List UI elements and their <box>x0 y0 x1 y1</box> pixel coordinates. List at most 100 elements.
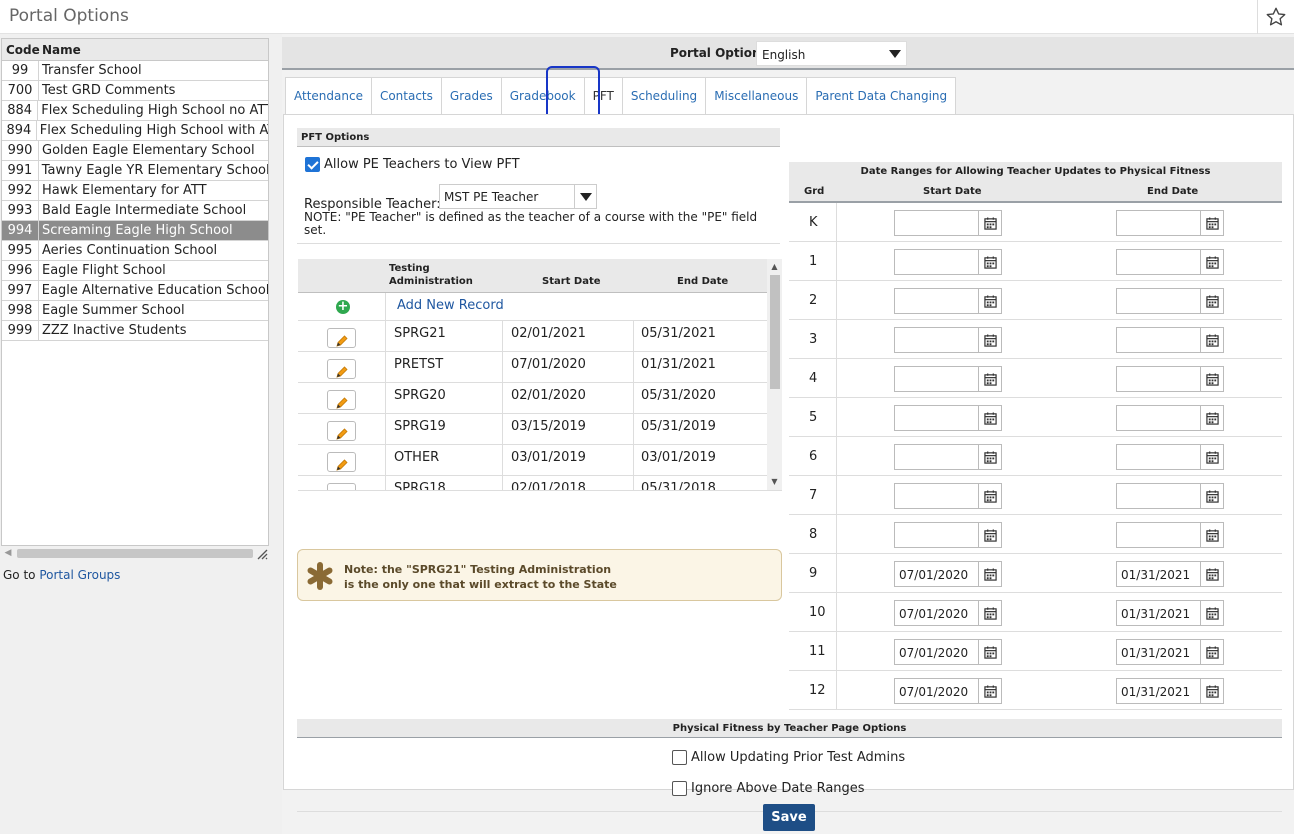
calendar-icon[interactable] <box>978 367 1001 391</box>
testing-grid-vscrollbar[interactable]: ▲ ▼ <box>767 259 782 490</box>
scroll-thumb[interactable] <box>770 275 780 389</box>
school-row[interactable]: 994 Screaming Eagle High School <box>2 221 268 241</box>
calendar-icon[interactable] <box>1200 289 1223 313</box>
ignore-ranges-checkbox[interactable] <box>672 781 687 796</box>
tab-miscellaneous[interactable]: Miscellaneous <box>705 77 807 115</box>
calendar-icon[interactable] <box>1200 601 1223 625</box>
end-date-input[interactable] <box>1116 405 1224 431</box>
end-date-input[interactable] <box>1116 366 1224 392</box>
school-list-hscrollbar[interactable]: ◀ <box>1 546 269 560</box>
calendar-icon[interactable] <box>978 406 1001 430</box>
tab-scheduling[interactable]: Scheduling <box>621 77 706 115</box>
school-row[interactable]: 998 Eagle Summer School <box>2 301 268 321</box>
start-date-input[interactable]: 07/01/2020 <box>894 561 1002 587</box>
school-code: 995 <box>2 241 39 260</box>
allow-pe-view-checkbox[interactable] <box>305 157 320 172</box>
school-row[interactable]: 997 Eagle Alternative Education School <box>2 281 268 301</box>
responsible-teacher-select[interactable]: MST PE Teacher <box>439 184 597 209</box>
edit-button[interactable] <box>327 390 356 410</box>
school-row[interactable]: 996 Eagle Flight School <box>2 261 268 281</box>
calendar-icon[interactable] <box>1200 406 1223 430</box>
end-date-input[interactable] <box>1116 210 1224 236</box>
calendar-icon[interactable] <box>978 562 1001 586</box>
end-date-cell: 03/01/2019 <box>641 450 716 465</box>
end-date-input[interactable]: 01/31/2021 <box>1116 639 1224 665</box>
end-date-input[interactable]: 01/31/2021 <box>1116 561 1224 587</box>
start-date-input[interactable] <box>894 249 1002 275</box>
school-row[interactable]: 995 Aeries Continuation School <box>2 241 268 261</box>
edit-button[interactable] <box>327 359 356 379</box>
end-date-input[interactable] <box>1116 444 1224 470</box>
calendar-icon[interactable] <box>978 211 1001 235</box>
edit-button[interactable] <box>327 452 356 472</box>
tab-contacts[interactable]: Contacts <box>370 77 441 115</box>
save-button[interactable]: Save <box>763 804 815 831</box>
school-row[interactable]: 991 Tawny Eagle YR Elementary School <box>2 161 268 181</box>
start-date-input[interactable]: 07/01/2020 <box>894 600 1002 626</box>
scroll-thumb[interactable] <box>17 549 253 558</box>
school-row[interactable]: 993 Bald Eagle Intermediate School <box>2 201 268 221</box>
language-select[interactable]: English <box>756 41 907 66</box>
calendar-icon[interactable] <box>978 601 1001 625</box>
add-new-record-link[interactable]: Add New Record <box>397 298 504 313</box>
end-date-input[interactable] <box>1116 522 1224 548</box>
start-date-input[interactable] <box>894 288 1002 314</box>
school-code: 990 <box>2 141 39 160</box>
tab-attendance[interactable]: Attendance <box>285 77 371 115</box>
calendar-icon[interactable] <box>978 250 1001 274</box>
calendar-icon[interactable] <box>1200 367 1223 391</box>
start-date-input[interactable] <box>894 444 1002 470</box>
calendar-icon[interactable] <box>1200 523 1223 547</box>
portal-groups-link[interactable]: Portal Groups <box>39 568 120 582</box>
calendar-icon[interactable] <box>1200 679 1223 703</box>
scroll-down-icon[interactable]: ▼ <box>767 477 782 486</box>
calendar-icon[interactable] <box>1200 445 1223 469</box>
calendar-icon[interactable] <box>1200 484 1223 508</box>
calendar-icon[interactable] <box>1200 562 1223 586</box>
calendar-icon[interactable] <box>978 640 1001 664</box>
calendar-icon[interactable] <box>978 445 1001 469</box>
end-date-input[interactable]: 01/31/2021 <box>1116 678 1224 704</box>
calendar-icon[interactable] <box>978 523 1001 547</box>
calendar-icon[interactable] <box>1200 211 1223 235</box>
calendar-icon[interactable] <box>978 289 1001 313</box>
calendar-icon[interactable] <box>1200 640 1223 664</box>
start-date-input[interactable]: 07/01/2020 <box>894 678 1002 704</box>
tab-grades[interactable]: Grades <box>440 77 501 115</box>
start-date-input[interactable] <box>894 405 1002 431</box>
end-date-input[interactable] <box>1116 483 1224 509</box>
allow-prior-checkbox[interactable] <box>672 750 687 765</box>
tab-parent-data-changing[interactable]: Parent Data Changing <box>806 77 957 115</box>
edit-button[interactable] <box>327 483 356 490</box>
school-row[interactable]: 992 Hawk Elementary for ATT <box>2 181 268 201</box>
edit-button[interactable] <box>327 328 356 348</box>
school-row[interactable]: 999 ZZZ Inactive Students <box>2 321 268 341</box>
start-date-input[interactable] <box>894 366 1002 392</box>
resize-grip-icon[interactable] <box>256 548 268 560</box>
start-date-input[interactable] <box>894 210 1002 236</box>
favorite-star-icon[interactable] <box>1257 0 1294 34</box>
school-row[interactable]: 884 Flex Scheduling High School no ATT <box>2 101 268 121</box>
start-date-input[interactable] <box>894 327 1002 353</box>
edit-button[interactable] <box>327 421 356 441</box>
school-row[interactable]: 99 Transfer School <box>2 61 268 81</box>
calendar-icon[interactable] <box>978 484 1001 508</box>
school-row[interactable]: 894 Flex Scheduling High School with ATT <box>2 121 268 141</box>
end-date-input[interactable] <box>1116 249 1224 275</box>
end-date-input[interactable] <box>1116 327 1224 353</box>
end-date-input[interactable]: 01/31/2021 <box>1116 600 1224 626</box>
calendar-icon[interactable] <box>978 328 1001 352</box>
start-date-input[interactable] <box>894 522 1002 548</box>
calendar-icon[interactable] <box>1200 250 1223 274</box>
end-date-input[interactable] <box>1116 288 1224 314</box>
start-date-input[interactable] <box>894 483 1002 509</box>
calendar-icon[interactable] <box>978 679 1001 703</box>
start-date-input[interactable]: 07/01/2020 <box>894 639 1002 665</box>
grade-date-row: 6 <box>789 437 1282 476</box>
scroll-left-icon[interactable]: ◀ <box>1 548 15 558</box>
add-plus-icon[interactable]: + <box>336 300 350 314</box>
calendar-icon[interactable] <box>1200 328 1223 352</box>
school-row[interactable]: 990 Golden Eagle Elementary School <box>2 141 268 161</box>
scroll-up-icon[interactable]: ▲ <box>767 262 782 271</box>
school-row[interactable]: 700 Test GRD Comments <box>2 81 268 101</box>
